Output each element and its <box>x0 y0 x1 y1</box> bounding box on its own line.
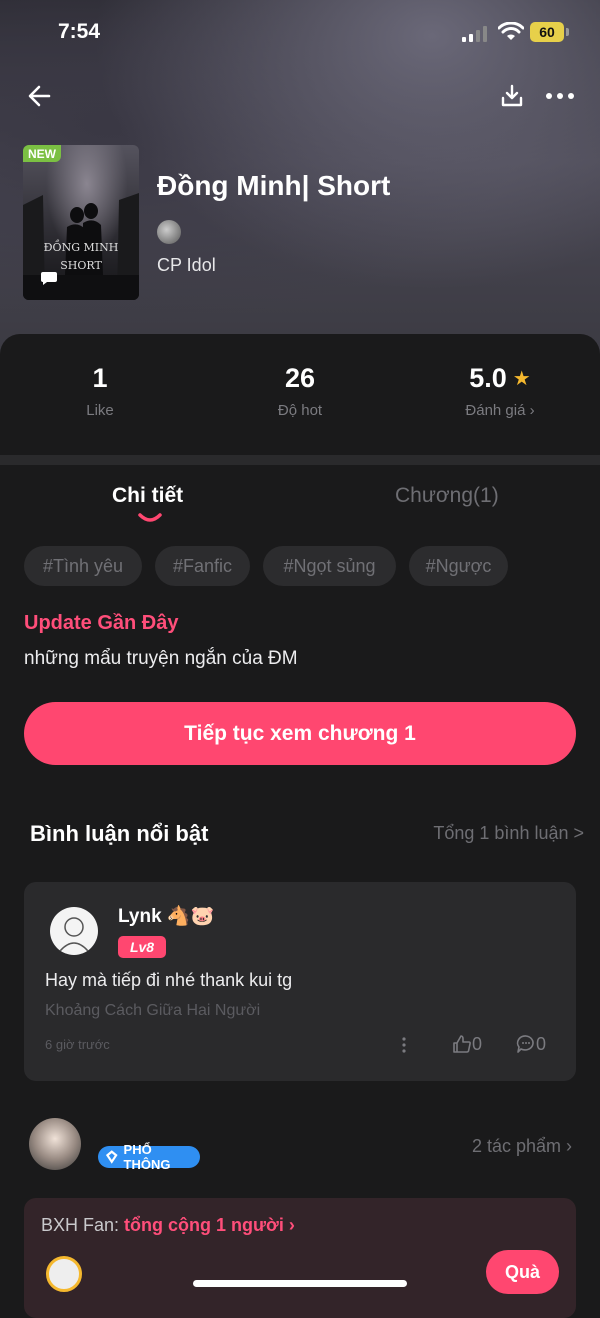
diamond-badge-icon <box>105 1150 118 1164</box>
back-button[interactable] <box>22 78 58 114</box>
stat-hot-value: 26 <box>284 363 316 393</box>
stat-rating-value: 5.0 <box>469 363 507 393</box>
author-works-link[interactable]: 2 tác phẩm › <box>472 1136 572 1157</box>
download-icon <box>501 84 523 107</box>
fan-ranking-total: tổng cộng 1 người › <box>124 1215 295 1235</box>
author-name[interactable]: CP Idol <box>157 255 216 276</box>
comment-text: Hay mà tiếp đi nhé thank kui tg <box>45 970 293 990</box>
stat-likes: 1 Like <box>0 360 200 419</box>
like-button[interactable]: 0 <box>452 1033 482 1055</box>
more-dots-icon <box>546 93 574 99</box>
user-avatar-icon <box>59 917 89 952</box>
commenter-avatar[interactable] <box>50 907 98 955</box>
stat-hot-label: Độ hot <box>277 402 323 419</box>
all-comments-link[interactable]: Tổng 1 bình luận > <box>433 823 584 844</box>
stat-likes-value: 1 <box>92 363 108 393</box>
tab-chapters[interactable]: Chương(1) <box>395 484 499 508</box>
tag-chip[interactable]: #Ngược <box>409 546 508 586</box>
like-count: 0 <box>472 1033 483 1054</box>
commenter-name[interactable]: Lynk 🐴🐷 <box>118 904 214 928</box>
fan-ranking-prefix: BXH Fan: <box>41 1215 125 1235</box>
book-cover[interactable]: NEW ĐỒNG MINH SHORT <box>23 145 139 300</box>
cellular-signal-icon <box>462 26 487 42</box>
top-fan-avatar[interactable] <box>46 1256 82 1292</box>
tag-chip[interactable]: #Fanfic <box>155 546 250 586</box>
section-divider <box>0 455 600 465</box>
comment-more-icon[interactable] <box>396 1036 412 1054</box>
book-title: Đồng Minh| Short <box>157 170 391 201</box>
fan-ranking-text[interactable]: BXH Fan: tổng cộng 1 người › <box>41 1215 295 1236</box>
membership-badge-label: PHỔ THÔNG <box>123 1142 171 1172</box>
comment-source-chapter[interactable]: Khoảng Cách Giữa Hai Người <box>45 1002 260 1020</box>
battery-level: 60 <box>530 22 564 42</box>
status-bar: 7:54 60 <box>0 0 600 64</box>
continue-reading-button[interactable]: Tiếp tục xem chương 1 <box>24 702 576 765</box>
comment-bubble-icon <box>41 272 57 285</box>
author-avatar[interactable] <box>157 220 181 244</box>
battery-nub <box>566 28 569 36</box>
stat-hot: 26 Độ hot <box>200 360 400 419</box>
cover-title-line1: ĐỒNG MINH <box>43 241 119 254</box>
reply-bubble-icon <box>516 1035 534 1053</box>
arrow-left-icon <box>28 85 51 107</box>
thumbs-up-icon <box>453 1035 471 1053</box>
tag-chip[interactable]: #Ngọt sủng <box>263 546 396 586</box>
reply-count: 0 <box>536 1033 547 1054</box>
comment-time: 6 giờ trước <box>45 1037 110 1052</box>
level-badge: Lv8 <box>118 936 166 958</box>
battery-indicator: 60 <box>530 22 570 42</box>
update-title: Update Gần Đây <box>24 612 179 634</box>
wifi-icon <box>498 22 524 40</box>
update-description: những mẩu truyện ngắn của ĐM <box>24 648 298 669</box>
tag-chip[interactable]: #Tình yêu <box>24 546 142 586</box>
stat-rating[interactable]: 5.0 ★ Đánh giá › <box>400 360 600 419</box>
comments-section-title: Bình luận nổi bật <box>30 821 209 846</box>
gift-button[interactable]: Quà <box>486 1250 559 1294</box>
stat-rating-label: Đánh giá › <box>465 402 535 419</box>
author-profile-avatar[interactable] <box>29 1118 81 1170</box>
membership-badge: PHỔ THÔNG <box>98 1142 200 1172</box>
more-options-button[interactable] <box>542 78 578 114</box>
star-icon: ★ <box>512 368 531 390</box>
new-badge: NEW <box>23 145 61 162</box>
home-indicator <box>193 1280 407 1287</box>
active-tab-indicator <box>138 513 162 522</box>
download-button[interactable] <box>494 78 530 114</box>
status-time: 7:54 <box>58 20 101 43</box>
stat-likes-label: Like <box>86 402 114 419</box>
tab-details[interactable]: Chi tiết <box>112 484 183 508</box>
reply-button[interactable]: 0 <box>516 1033 546 1055</box>
